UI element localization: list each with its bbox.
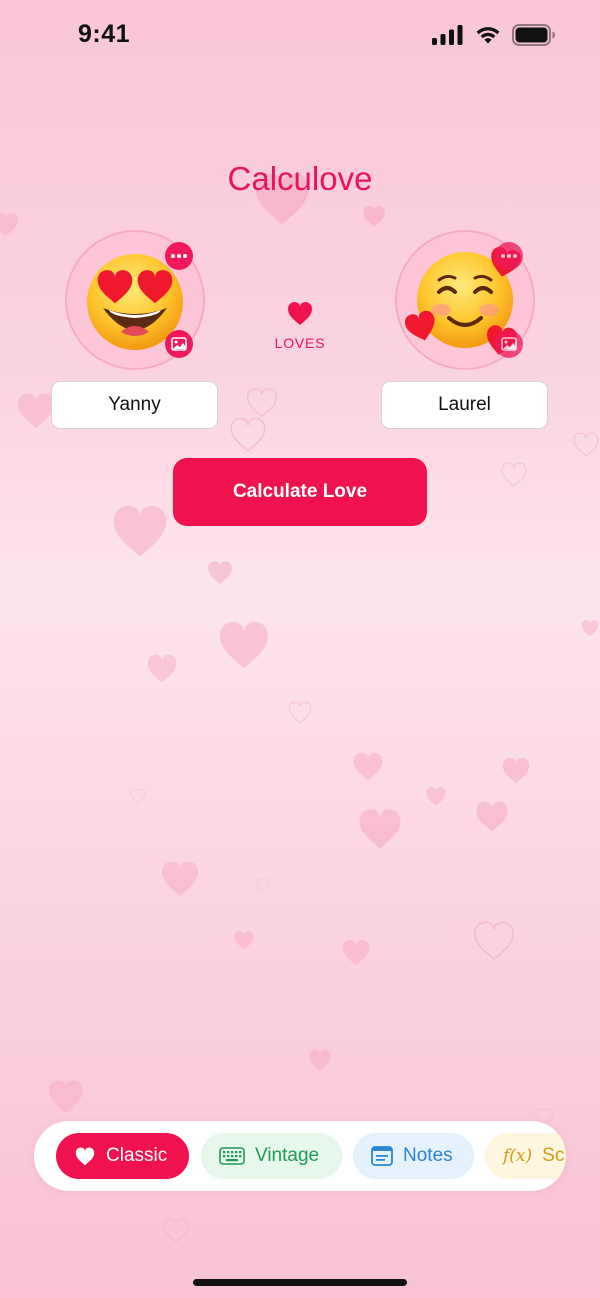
tab-notes[interactable]: Notes [353, 1133, 474, 1179]
tab-vintage[interactable]: Vintage [201, 1133, 342, 1179]
status-bar: 9:41 [0, 0, 600, 72]
more-options-button[interactable] [495, 242, 523, 270]
tab-scientific[interactable]: f(x) Sc [485, 1133, 566, 1179]
ellipsis-icon [171, 254, 187, 258]
tab-label: Sc [542, 1145, 565, 1166]
left-person-avatar[interactable] [65, 230, 205, 370]
calculate-love-button[interactable]: Calculate Love [173, 458, 427, 526]
status-time: 9:41 [78, 20, 131, 48]
heart-icon [288, 301, 312, 325]
more-options-button[interactable] [165, 242, 193, 270]
photo-picker-button[interactable] [495, 330, 523, 358]
photo-picker-button[interactable] [165, 330, 193, 358]
right-person-avatar[interactable] [395, 230, 535, 370]
heart-icon [75, 1147, 95, 1166]
mode-tab-bar: Classic Vintage Notes f(x) Sc [34, 1121, 566, 1191]
photo-icon [171, 337, 187, 351]
ellipsis-icon [501, 254, 517, 258]
tab-classic[interactable]: Classic [56, 1133, 189, 1179]
cellular-signal-icon [432, 25, 463, 45]
notes-icon [371, 1146, 393, 1166]
app-title: Calculove [227, 160, 373, 197]
right-name-input[interactable] [381, 381, 548, 429]
status-icons [432, 24, 556, 46]
wifi-icon [476, 27, 500, 44]
tab-label: Vintage [255, 1145, 320, 1166]
function-icon: f(x) [503, 1146, 533, 1166]
loves-label: LOVES [274, 335, 326, 351]
left-name-input[interactable] [51, 381, 218, 429]
keyboard-icon [219, 1147, 245, 1165]
home-indicator [193, 1279, 407, 1286]
loves-connector: LOVES [240, 300, 360, 351]
photo-icon [501, 337, 517, 351]
tab-label: Notes [403, 1145, 453, 1166]
battery-icon [512, 24, 555, 46]
tab-label: Classic [106, 1145, 168, 1166]
